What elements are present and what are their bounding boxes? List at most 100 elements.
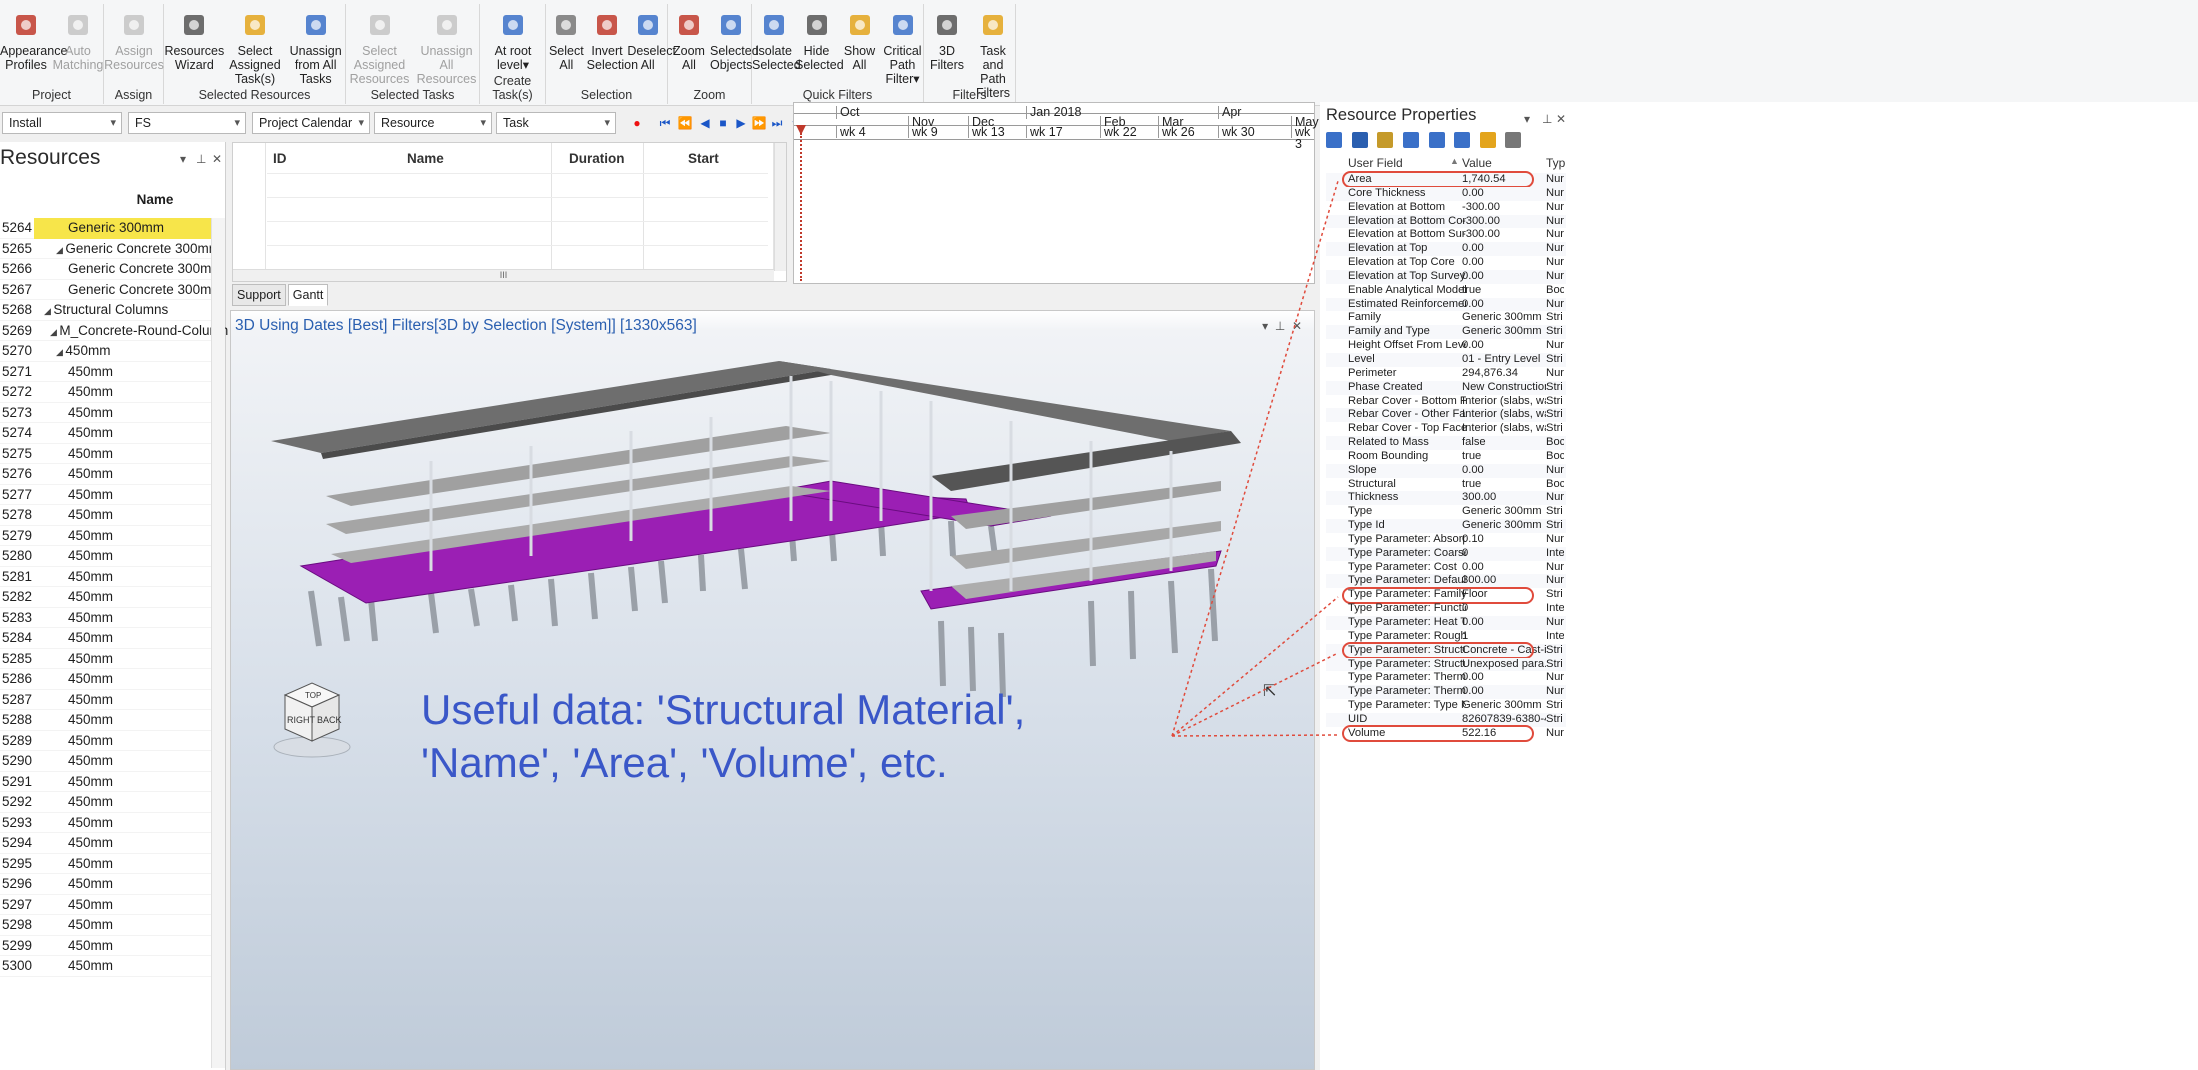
property-row[interactable]: Type Parameter: Heat Tra...0.00 Nur	[1326, 616, 1566, 630]
property-row[interactable]: Core Thickness 0.00 Nur	[1326, 186, 1566, 201]
resource-row[interactable]: 5289 450mm	[0, 731, 212, 751]
property-row[interactable]: Rebar Cover - Other FacesInterior (slabs…	[1326, 408, 1566, 423]
go-end-icon[interactable]: ⏭	[768, 114, 786, 132]
property-row[interactable]: Estimated Reinforcement ...0.00 Nur	[1326, 297, 1566, 312]
task-filters-button[interactable]: Task and Path Filters	[970, 10, 1016, 100]
general-tab-icon[interactable]	[1326, 132, 1342, 148]
horizontal-scrollbar[interactable]: III	[233, 269, 774, 281]
resource-row[interactable]: 5272 450mm	[0, 382, 212, 403]
property-row[interactable]: Type Generic 300mm Stri	[1326, 505, 1566, 519]
notes-tab-icon[interactable]	[1402, 132, 1419, 148]
play-icon[interactable]: ▶	[732, 114, 750, 132]
property-row[interactable]: Related to Mass false Boc	[1326, 436, 1566, 450]
panel-menu-icon[interactable]: ▾	[180, 152, 186, 166]
resource-row[interactable]: 5280 450mm	[0, 546, 212, 567]
props-close-icon[interactable]: ✕	[1556, 112, 1566, 126]
resource-row[interactable]: 5298 450mm	[0, 915, 212, 936]
stop-icon[interactable]: ■	[714, 114, 732, 132]
select-assigned-button[interactable]: Select Assigned Task(s)	[225, 10, 286, 86]
resource-row[interactable]: 5293 450mm	[0, 813, 212, 833]
col-id-header[interactable]: ID	[273, 151, 287, 166]
col-duration-header[interactable]: Duration	[569, 151, 625, 166]
deselect-all-button[interactable]: Deselect All	[627, 10, 676, 72]
appearance-button[interactable]: Appearance Profiles	[0, 10, 67, 72]
resource-row[interactable]: 5264 Generic 300mm	[0, 218, 212, 239]
property-row[interactable]: Phase Created New Construction Stri	[1326, 380, 1566, 395]
expand-toggle-icon[interactable]: ◢	[44, 306, 53, 316]
auto-matching-button[interactable]: Auto Matching	[52, 10, 104, 72]
property-row[interactable]: Elevation at Bottom Survey-300.00 Nur	[1326, 228, 1566, 242]
resource-row[interactable]: 5284 450mm	[0, 628, 212, 649]
calendar-combo[interactable]: Project Calendar	[252, 112, 370, 134]
select-all-button[interactable]: Select All	[546, 10, 587, 72]
resource-row[interactable]: 5277 450mm	[0, 485, 212, 505]
resource-row[interactable]: 5288 450mm	[0, 710, 212, 731]
property-row[interactable]: Level 01 - Entry Level Stri	[1326, 352, 1566, 367]
resource-row[interactable]: 5286 450mm	[0, 669, 212, 690]
assign-resources-button[interactable]: Assign Resources	[104, 10, 164, 72]
property-row[interactable]: Type Parameter: Function 0 Inte	[1326, 602, 1566, 616]
property-row[interactable]: Structural true Boc	[1326, 478, 1566, 492]
resource-row[interactable]: 5268 ◢ Structural Columns	[0, 300, 212, 321]
resource-row[interactable]: 5267 Generic Concrete 300mm	[0, 280, 223, 300]
props-pin-icon[interactable]: ⊥	[1542, 112, 1552, 126]
property-row[interactable]: Type Id Generic 300mm Stri	[1326, 519, 1566, 533]
tab-support[interactable]: Support	[232, 284, 286, 306]
property-row[interactable]: Family Generic 300mm Stri	[1326, 311, 1566, 325]
resource-row[interactable]: 5276 450mm	[0, 464, 212, 485]
property-row[interactable]: Type Parameter: Absorpta...0.10 Nur	[1326, 533, 1566, 547]
link-type-combo[interactable]: FS	[128, 112, 246, 134]
view-menu-icon[interactable]: ▾	[1262, 319, 1268, 333]
expand-toggle-icon[interactable]: ◢	[56, 347, 65, 357]
property-row[interactable]: Slope 0.00 Nur	[1326, 463, 1566, 478]
expand-toggle-icon[interactable]: ◢	[50, 327, 59, 337]
resource-row[interactable]: 5283 450mm	[0, 608, 212, 628]
property-row[interactable]: Type Parameter: Type Na...Generic 300mm S…	[1326, 699, 1566, 713]
appearance-tab-icon[interactable]	[1479, 132, 1496, 148]
resource-row[interactable]: 5297 450mm	[0, 895, 212, 915]
view-close-icon[interactable]: ✕	[1292, 319, 1302, 333]
property-row[interactable]: Thickness 300.00 Nur	[1326, 491, 1566, 506]
wizard-button[interactable]: Resources Wizard	[164, 10, 225, 72]
unassign-all-button[interactable]: Unassign All Resources	[413, 10, 480, 86]
step-forward-icon[interactable]: ⏩	[750, 114, 768, 132]
resources-scrollbar[interactable]	[211, 218, 225, 1068]
property-row[interactable]: Elevation at Top Survey 0.00 Nur	[1326, 269, 1566, 284]
col-start-header[interactable]: Start	[688, 151, 719, 166]
props-menu-icon[interactable]: ▾	[1524, 112, 1530, 126]
resource-row[interactable]: 5285 450mm	[0, 649, 212, 669]
resource-row[interactable]: 5270 ◢ 450mm	[0, 341, 212, 362]
col-value[interactable]: Value	[1462, 156, 1492, 170]
resource-row[interactable]: 5281 450mm	[0, 567, 212, 587]
property-row[interactable]: Family and Type Generic 300mm Stri	[1326, 325, 1566, 340]
show-all-button[interactable]: Show All	[838, 10, 881, 72]
resource-row[interactable]: 5269 ◢ M_Concrete-Round-Column	[0, 321, 228, 341]
resource-row[interactable]: 5275 450mm	[0, 444, 212, 464]
resource-combo[interactable]: Resource	[374, 112, 492, 134]
step-back-icon[interactable]: ⏪	[676, 114, 694, 132]
property-row[interactable]: Type Parameter: Coarse S...0 Inte	[1326, 546, 1566, 561]
critical-path-button[interactable]: Critical Path Filter▾	[881, 10, 924, 86]
resource-row[interactable]: 5273 450mm	[0, 403, 212, 423]
resource-row[interactable]: 5278 450mm	[0, 505, 212, 526]
resource-row[interactable]: 5265 ◢ Generic Concrete 300mm	[0, 239, 220, 259]
col-user-field[interactable]: User Field	[1348, 156, 1403, 170]
3d-filters-button[interactable]: 3D Filters	[924, 10, 970, 72]
resource-row[interactable]: 5291 450mm	[0, 772, 212, 792]
user-fields-tab-icon[interactable]	[1351, 132, 1368, 148]
resource-row[interactable]: 5290 450mm	[0, 751, 212, 772]
vertical-scrollbar[interactable]	[774, 143, 786, 271]
property-row[interactable]: Enable Analytical Model true Boc	[1326, 284, 1566, 298]
record-icon[interactable]: ●	[628, 114, 646, 132]
zoom-selected-button[interactable]: Selected Objects	[710, 10, 759, 72]
resource-row[interactable]: 5282 450mm	[0, 587, 212, 608]
expand-toggle-icon[interactable]: ◢	[56, 245, 65, 255]
property-row[interactable]: Elevation at Top 0.00 Nur	[1326, 242, 1566, 257]
link-tab-icon[interactable]	[1505, 132, 1522, 148]
property-row[interactable]: Type Parameter: Thermal ...0.00 Nur	[1326, 671, 1566, 685]
col-type[interactable]: Typ	[1546, 156, 1565, 170]
property-row[interactable]: Type Parameter: Thermal ...0.00 Nur	[1326, 685, 1566, 700]
tab-gantt[interactable]: Gantt	[287, 284, 329, 306]
resource-row[interactable]: 5299 450mm	[0, 936, 212, 956]
close-icon[interactable]: ✕	[212, 152, 222, 166]
